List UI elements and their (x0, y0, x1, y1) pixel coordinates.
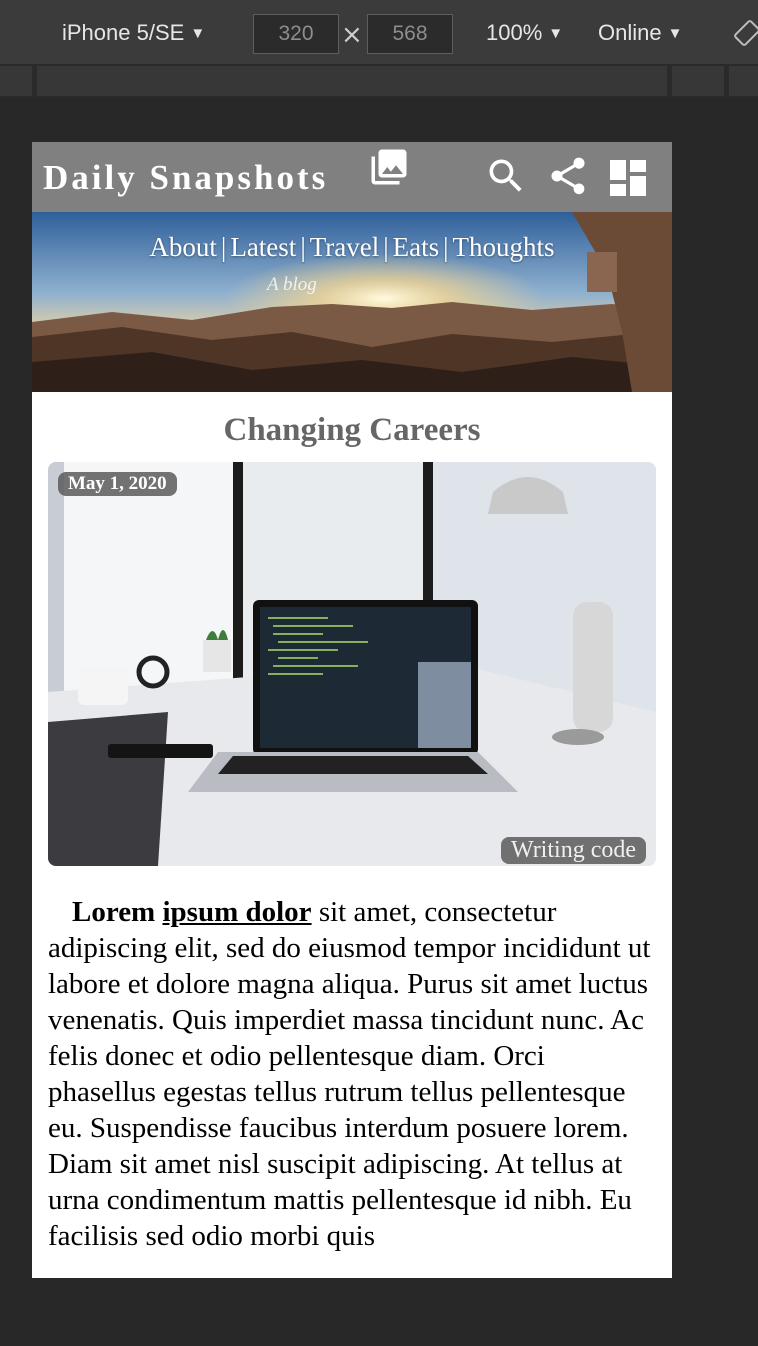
nav-link-eats[interactable]: Eats (393, 232, 440, 262)
media-query-bar (0, 64, 758, 98)
ruler-segment (37, 66, 667, 96)
height-input[interactable]: 568 (367, 14, 453, 54)
lead-bold-text: Lorem (72, 896, 156, 928)
nav-link-about[interactable]: About (149, 232, 217, 262)
dimension-times-symbol: × (341, 20, 363, 50)
rotate-icon[interactable] (734, 20, 758, 46)
site-title[interactable]: Daily Snapshots (43, 158, 328, 198)
zoom-select[interactable]: 100% ▼ (486, 20, 563, 46)
laptop-desk-image (48, 462, 656, 866)
width-input[interactable]: 320 (253, 14, 339, 54)
nav-link-latest[interactable]: Latest (230, 232, 296, 262)
device-name: iPhone 5/SE (62, 20, 185, 45)
photo-caption: Writing code (501, 837, 646, 864)
zoom-value: 100% (486, 20, 543, 45)
hero-banner: About | Latest | Travel | Eats | Thoughts A blog (32, 212, 672, 392)
nav-separator: | (300, 232, 306, 262)
network-value: Online (598, 20, 662, 45)
site-tagline: A blog (267, 274, 317, 295)
nav-link-travel[interactable]: Travel (310, 232, 380, 262)
body-text: sit amet, consectetur adipiscing elit, s… (48, 896, 651, 1252)
nav-separator: | (383, 232, 389, 262)
device-select[interactable]: iPhone 5/SE ▼ (62, 20, 205, 46)
zoom-caret-icon: ▼ (548, 25, 564, 42)
post-photo: May 1, 2020 Writing code (48, 462, 656, 866)
post-body: Lorem ipsum dolor sit amet, consectetur … (48, 894, 660, 1254)
network-caret-icon: ▼ (667, 25, 683, 42)
nav-link-thoughts[interactable]: Thoughts (453, 232, 555, 262)
share-icon[interactable] (546, 154, 590, 198)
ruler-segment (672, 66, 724, 96)
device-caret-icon: ▼ (190, 25, 206, 42)
search-icon[interactable] (484, 154, 528, 198)
site-header: Daily Snapshots (32, 142, 672, 212)
network-throttle-select[interactable]: Online ▼ (598, 20, 682, 46)
nav-separator: | (443, 232, 449, 262)
site-nav: About | Latest | Travel | Eats | Thoughts (32, 232, 672, 263)
nav-separator: | (220, 232, 227, 262)
lead-link[interactable]: ipsum dolor (162, 896, 311, 928)
device-toolbar: iPhone 5/SE ▼ 320 × 568 100% ▼ Online ▼ (0, 0, 758, 64)
ruler-segment (729, 66, 758, 96)
post-date-badge: May 1, 2020 (58, 472, 177, 496)
post-title: Changing Careers (223, 412, 481, 448)
photo-library-icon[interactable] (368, 146, 410, 188)
dashboard-icon[interactable] (604, 154, 652, 202)
ruler-segment (0, 66, 32, 96)
device-viewport: Daily Snapshots About | Latest | Travel … (32, 142, 672, 1278)
